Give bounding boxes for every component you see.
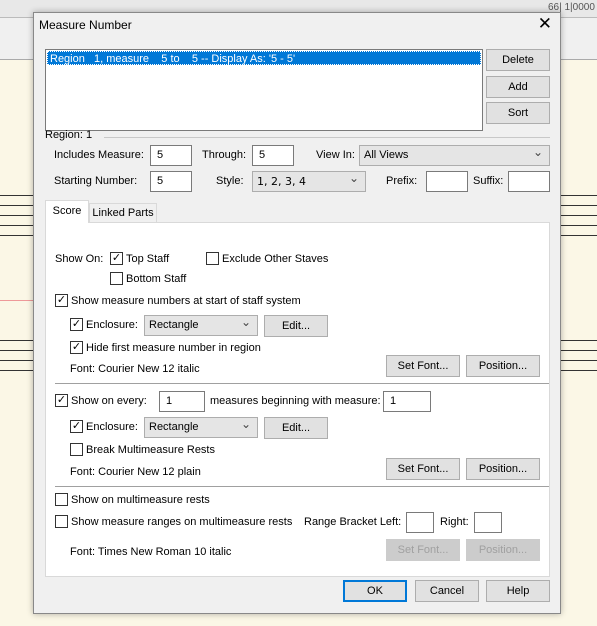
measure-number-dialog: Measure Number ✕ Region 1, measure 5 to … bbox=[33, 12, 561, 614]
exclude-other-staves-checkbox[interactable] bbox=[206, 252, 219, 265]
through-input[interactable]: 5 bbox=[252, 145, 294, 166]
set-font3-button[interactable]: Set Font... bbox=[386, 539, 460, 561]
edit1-button[interactable]: Edit... bbox=[264, 315, 328, 337]
hide-first-label: Hide first measure number in region bbox=[86, 342, 261, 354]
ok-button[interactable]: OK bbox=[343, 580, 407, 602]
show-on-label: Show On: bbox=[55, 253, 104, 265]
show-ranges-label: Show measure ranges on multimeasure rest… bbox=[71, 516, 293, 528]
position1-button[interactable]: Position... bbox=[466, 355, 540, 377]
set-font2-button[interactable]: Set Font... bbox=[386, 458, 460, 480]
viewin-label: View In: bbox=[316, 149, 355, 161]
set-font1-button[interactable]: Set Font... bbox=[386, 355, 460, 377]
right-label: Right: bbox=[440, 516, 469, 528]
region-label: Region: 1 bbox=[45, 129, 93, 141]
style-select[interactable]: 1, 2, 3, 4 bbox=[252, 169, 366, 192]
bracket-left-input[interactable] bbox=[406, 512, 434, 533]
add-button[interactable]: Add bbox=[486, 76, 550, 98]
show-every-checkbox[interactable]: ✓ bbox=[55, 394, 68, 407]
tab-linked-parts[interactable]: Linked Parts bbox=[89, 203, 157, 222]
beginning-input[interactable]: 1 bbox=[383, 391, 431, 412]
delete-button[interactable]: Delete bbox=[486, 49, 550, 71]
through-label: Through: bbox=[202, 149, 247, 161]
every-input[interactable]: 1 bbox=[159, 391, 205, 412]
bottom-staff-label: Bottom Staff bbox=[126, 273, 187, 285]
enclosure1-label: Enclosure: bbox=[86, 319, 138, 331]
prefix-input[interactable] bbox=[426, 171, 468, 192]
show-ranges-checkbox[interactable] bbox=[55, 515, 68, 528]
position2-button[interactable]: Position... bbox=[466, 458, 540, 480]
view-in-select[interactable]: All Views bbox=[359, 143, 550, 166]
includes-measure-input[interactable]: 5 bbox=[150, 145, 192, 166]
bottom-staff-checkbox[interactable] bbox=[110, 272, 123, 285]
cancel-button[interactable]: Cancel bbox=[415, 580, 479, 602]
position3-button[interactable]: Position... bbox=[466, 539, 540, 561]
tab-score[interactable]: Score bbox=[45, 200, 89, 223]
suffix-input[interactable] bbox=[508, 171, 550, 192]
starting-label: Starting Number: bbox=[54, 175, 138, 187]
help-button[interactable]: Help bbox=[486, 580, 550, 602]
show-multi-checkbox[interactable] bbox=[55, 493, 68, 506]
enclosure2-checkbox[interactable]: ✓ bbox=[70, 420, 83, 433]
enclosure2-label: Enclosure: bbox=[86, 421, 138, 433]
sort-button[interactable]: Sort bbox=[486, 102, 550, 124]
show-multi-label: Show on multimeasure rests bbox=[71, 494, 210, 506]
break-multimeasure-checkbox[interactable] bbox=[70, 443, 83, 456]
bracket-right-input[interactable] bbox=[474, 512, 502, 533]
bracket-left-label: Range Bracket Left: bbox=[304, 516, 402, 528]
font3-label: Font: Times New Roman 10 italic bbox=[70, 546, 232, 558]
font1-label: Font: Courier New 12 italic bbox=[70, 363, 200, 375]
enclosure1-select[interactable]: Rectangle bbox=[144, 313, 258, 336]
beginning-label: measures beginning with measure: bbox=[210, 395, 381, 407]
font2-label: Font: Courier New 12 plain bbox=[70, 466, 201, 478]
show-every-label: Show on every: bbox=[71, 395, 147, 407]
enclosure2-select[interactable]: Rectangle bbox=[144, 415, 258, 438]
region-list[interactable]: Region 1, measure 5 to 5 -- Display As: … bbox=[45, 49, 483, 131]
dialog-title: Measure Number bbox=[39, 18, 132, 32]
suffix-label: Suffix: bbox=[473, 175, 504, 187]
top-staff-label: Top Staff bbox=[126, 253, 170, 265]
close-icon[interactable]: ✕ bbox=[538, 14, 552, 34]
show-start-checkbox[interactable]: ✓ bbox=[55, 294, 68, 307]
prefix-label: Prefix: bbox=[386, 175, 418, 187]
region-list-item[interactable]: Region 1, measure 5 to 5 -- Display As: … bbox=[47, 51, 481, 65]
edit2-button[interactable]: Edit... bbox=[264, 417, 328, 439]
style-label: Style: bbox=[216, 175, 244, 187]
starting-number-input[interactable]: 5 bbox=[150, 171, 192, 192]
top-staff-checkbox[interactable]: ✓ bbox=[110, 252, 123, 265]
hide-first-checkbox[interactable]: ✓ bbox=[70, 341, 83, 354]
show-start-label: Show measure numbers at start of staff s… bbox=[71, 295, 301, 307]
enclosure1-checkbox[interactable]: ✓ bbox=[70, 318, 83, 331]
includes-label: Includes Measure: bbox=[54, 149, 144, 161]
exclude-label: Exclude Other Staves bbox=[222, 253, 329, 265]
break-label: Break Multimeasure Rests bbox=[86, 444, 215, 456]
